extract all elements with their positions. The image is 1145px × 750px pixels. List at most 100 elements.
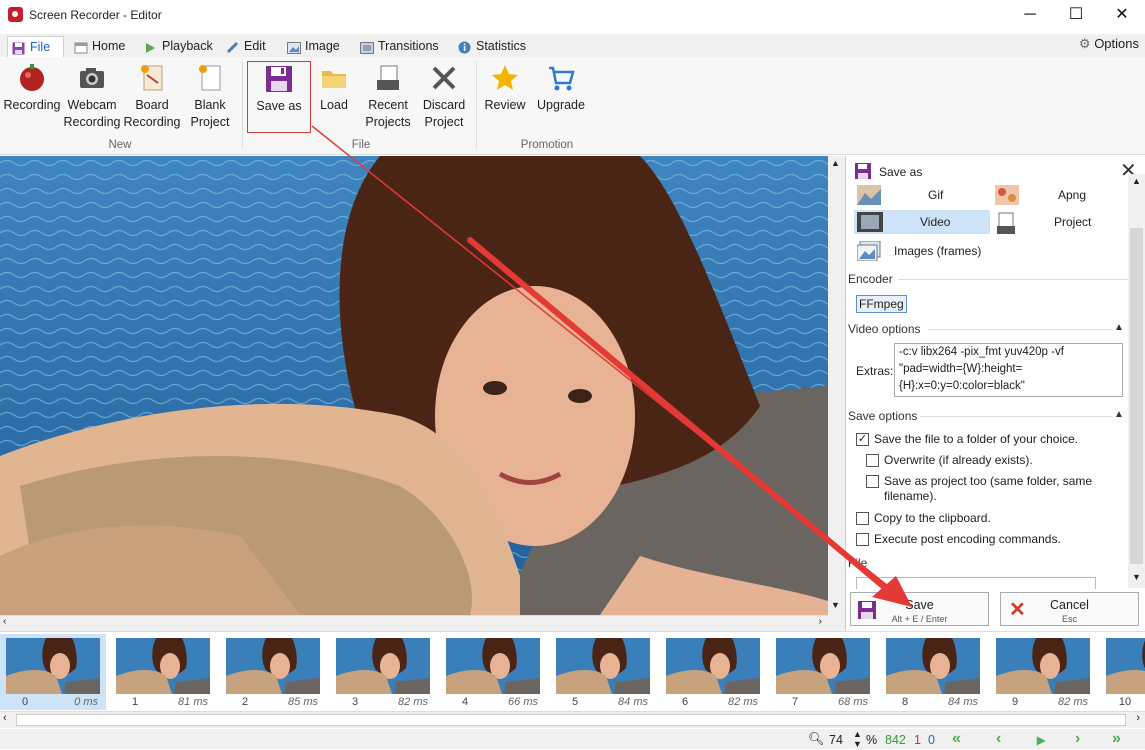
scroll-left-icon[interactable]: ‹ [3, 616, 6, 627]
format-project[interactable]: Project [992, 210, 1128, 234]
load-button[interactable]: Load [312, 61, 356, 137]
zoom-spinner-icon[interactable]: ▲ ▼ [853, 729, 862, 749]
group-label-new: New [108, 139, 132, 151]
tab-transitions[interactable]: Transitions [356, 36, 439, 58]
group-label-promotion: Promotion [520, 139, 574, 151]
next-frame-icon[interactable]: › [1075, 730, 1080, 748]
frame-preview[interactable] [0, 156, 828, 615]
timeline-frame[interactable]: 2 85 ms [220, 634, 326, 710]
pencil-icon [226, 40, 239, 54]
discard-project-button[interactable]: Discard Project [418, 61, 470, 137]
minimize-button[interactable]: ─ [1007, 0, 1053, 30]
frame-duration: 84 ms [948, 696, 978, 708]
recording-button[interactable]: Recording [2, 61, 62, 137]
frame-number: 6 [681, 696, 689, 708]
scroll-right-icon[interactable]: › [1136, 712, 1140, 724]
tab-edit[interactable]: Edit [222, 36, 266, 58]
scrollbar-thumb[interactable] [16, 714, 1126, 726]
save-icon [854, 162, 872, 183]
save-project-checkbox[interactable]: Save as project too (same folder, same f… [866, 474, 1116, 504]
tab-image[interactable]: Image [283, 36, 340, 58]
scroll-up-icon[interactable]: ▲ [1132, 176, 1141, 186]
format-gif[interactable]: Gif [854, 183, 990, 207]
scroll-left-icon[interactable]: ‹ [3, 712, 7, 724]
extras-input[interactable]: -c:v libx264 -pix_fmt yuv420p -vf "pad=w… [894, 343, 1123, 397]
recent-projects-button[interactable]: Recent Projects [362, 61, 414, 137]
timeline-frame[interactable]: 1 81 ms [110, 634, 216, 710]
post-encoding-checkbox[interactable]: Execute post encoding commands. [856, 532, 1061, 547]
tab-home[interactable]: Home [70, 36, 125, 58]
timeline-frame[interactable]: 10 [1100, 634, 1145, 710]
collapse-video-options-icon[interactable]: ▲ [1114, 322, 1124, 333]
tab-label: Statistics [476, 39, 527, 53]
timeline-frame[interactable]: 0 0 ms [0, 634, 106, 710]
frame-image [0, 156, 828, 615]
last-frame-icon[interactable]: » [1112, 730, 1121, 748]
save-folder-checkbox[interactable]: ✓ Save the file to a folder of your choi… [856, 432, 1078, 447]
tab-playback[interactable]: Playback [140, 36, 213, 58]
cart-icon [546, 63, 576, 93]
format-images[interactable]: Images (frames) [854, 239, 1054, 263]
cancel-button[interactable]: ✕ Cancel Esc [1000, 592, 1139, 626]
scroll-down-icon[interactable]: ▼ [831, 600, 840, 610]
frame-duration: 68 ms [838, 696, 868, 708]
checkbox-label: Execute post encoding commands. [874, 532, 1061, 546]
options-button[interactable]: ⚙ Options [1079, 36, 1139, 52]
review-button[interactable]: Review [482, 61, 528, 137]
panel-scrollbar[interactable]: ▲ ▼ [1128, 174, 1145, 588]
format-video[interactable]: Video [854, 210, 990, 234]
scrollbar-thumb[interactable] [1130, 228, 1143, 564]
tab-statistics[interactable]: Statistics [454, 36, 526, 58]
frame-duration: 82 ms [728, 696, 758, 708]
format-apng[interactable]: Apng [992, 183, 1128, 207]
frame-number: 2 [241, 696, 249, 708]
scroll-down-icon[interactable]: ▼ [1132, 572, 1141, 582]
tab-label: File [30, 40, 51, 54]
timeline-frame[interactable]: 9 82 ms [990, 634, 1096, 710]
recording-label: Recording [3, 98, 61, 112]
blank-project-button[interactable]: Blank Project [182, 61, 238, 137]
play-icon [144, 40, 157, 53]
frame-thumbnail [996, 638, 1090, 694]
first-frame-icon[interactable]: « [952, 730, 961, 748]
maximize-button[interactable]: ☐ [1053, 0, 1099, 30]
frame-duration: 0 ms [74, 696, 98, 708]
webcam-recording-button[interactable]: Webcam Recording [62, 61, 122, 137]
scroll-up-icon[interactable]: ▲ [831, 158, 840, 168]
scroll-right-icon[interactable]: › [819, 616, 822, 627]
timeline-frame[interactable]: 6 82 ms [660, 634, 766, 710]
overwrite-checkbox[interactable]: Overwrite (if already exists). [866, 453, 1033, 468]
canvas-horizontal-scrollbar[interactable]: ‹ › [0, 615, 828, 631]
previous-frame-icon[interactable]: ‹ [996, 730, 1001, 748]
play-icon[interactable]: ▸ [1037, 730, 1045, 750]
file-path-input[interactable] [856, 577, 1096, 589]
format-label: Project [1054, 215, 1092, 229]
tab-file[interactable]: File [7, 36, 64, 59]
frame-duration: 66 ms [508, 696, 538, 708]
timeline-frame[interactable]: 7 68 ms [770, 634, 876, 710]
close-button[interactable]: ✕ [1099, 0, 1145, 30]
title-bar: Screen Recorder - Editor ─ ☐ ✕ [0, 0, 1145, 30]
timeline-frame[interactable]: 4 66 ms [440, 634, 546, 710]
board-recording-button[interactable]: Board Recording [122, 61, 182, 137]
frame-duration: 85 ms [288, 696, 318, 708]
clipboard-checkbox[interactable]: Copy to the clipboard. [856, 511, 991, 526]
home-icon [74, 40, 88, 54]
timeline-frame[interactable]: 3 82 ms [330, 634, 436, 710]
upgrade-button[interactable]: Upgrade [532, 61, 590, 137]
checkbox-box [856, 533, 869, 546]
frame-thumbnail [336, 638, 430, 694]
encoder-ffmpeg-option[interactable]: FFmpeg [856, 295, 907, 313]
zoom-value[interactable]: 74 [829, 733, 843, 747]
canvas-vertical-scrollbar[interactable]: ▲ ▼ [828, 156, 845, 631]
save-button[interactable]: Save Alt + E / Enter [850, 592, 989, 626]
timeline-frame[interactable]: 5 84 ms [550, 634, 656, 710]
frame-thumbnail [6, 638, 100, 694]
collapse-save-options-icon[interactable]: ▲ [1114, 409, 1124, 420]
blank-label-line2: Project [190, 115, 230, 129]
blank-project-icon [195, 63, 225, 93]
save-shortcut: Alt + E / Enter [891, 614, 948, 624]
timeline-frame[interactable]: 8 84 ms [880, 634, 986, 710]
timeline-scrollbar[interactable]: ‹ › [0, 711, 1145, 728]
save-as-button[interactable]: Save as [247, 61, 311, 133]
